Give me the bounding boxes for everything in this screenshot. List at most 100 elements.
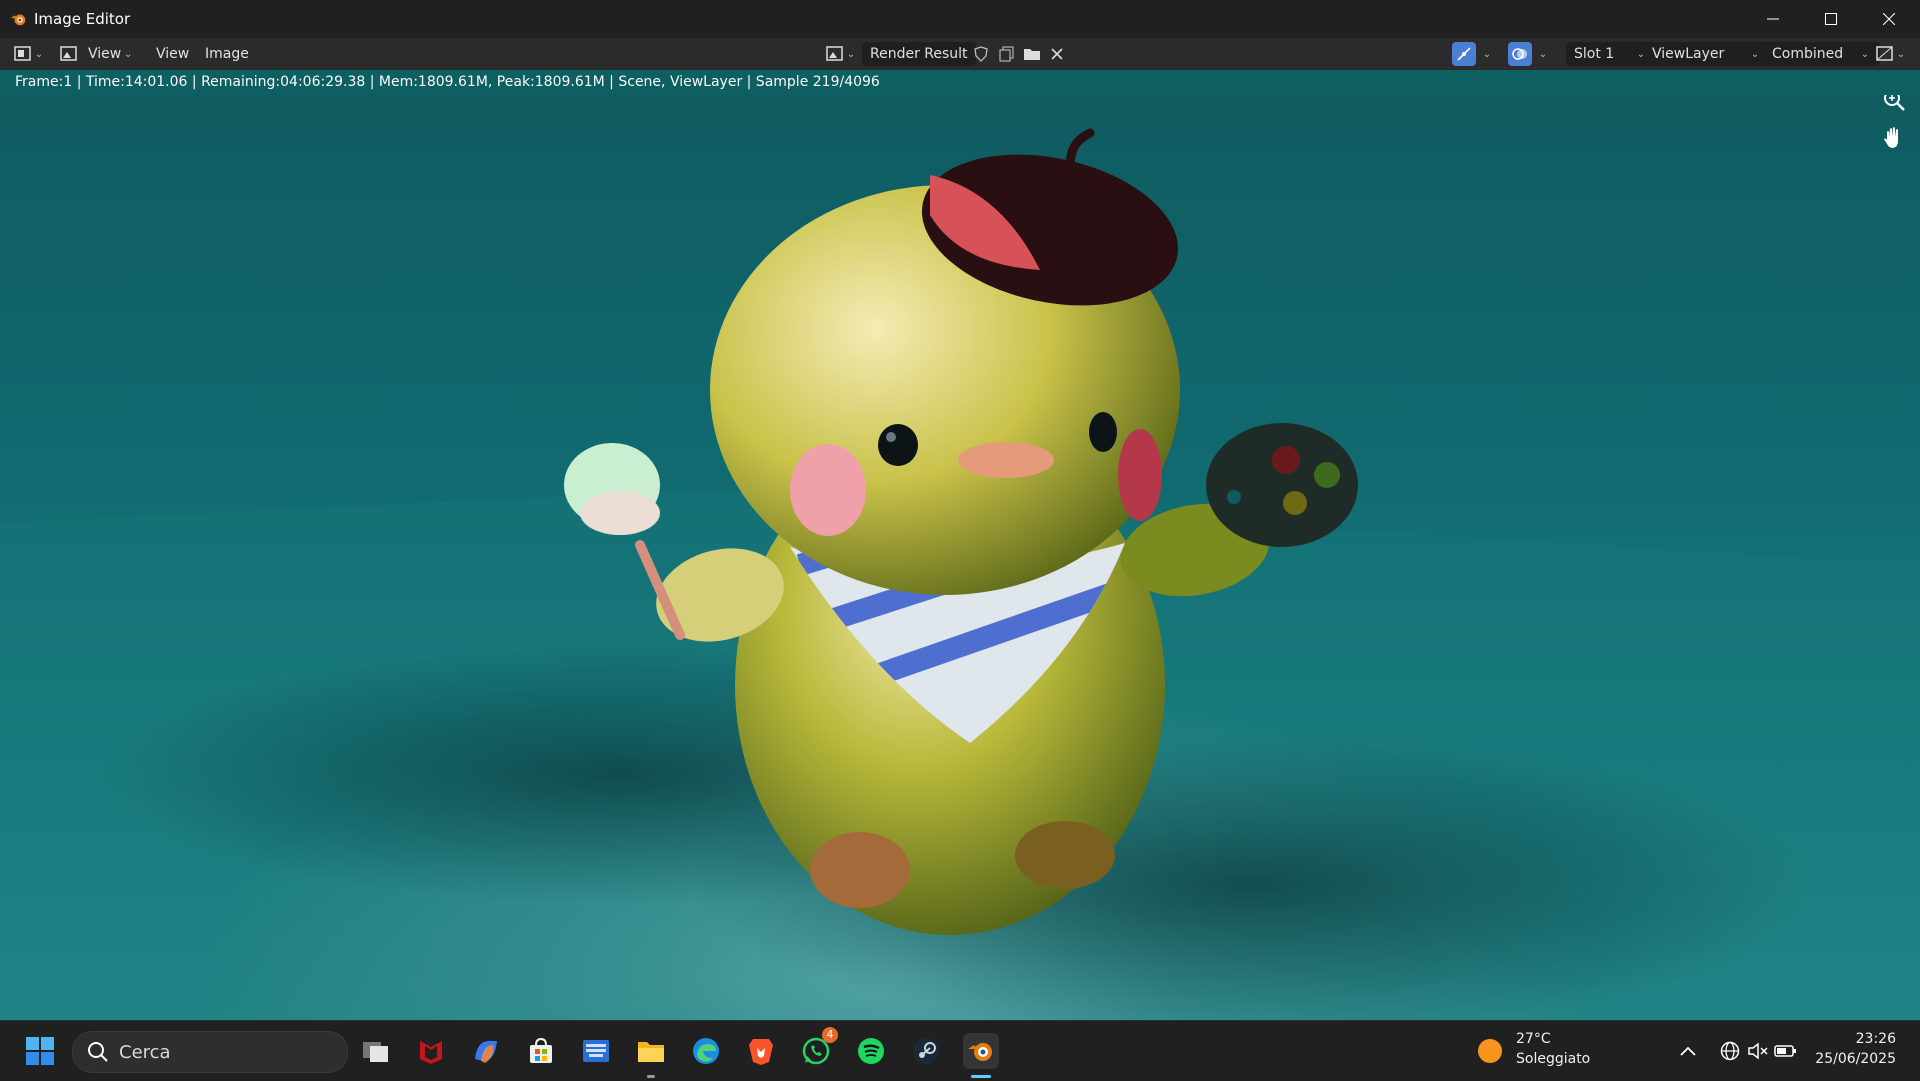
- taskbar-copilot[interactable]: [468, 1033, 504, 1069]
- unlink-image-button[interactable]: [1050, 42, 1064, 66]
- chevron-up-icon: [1680, 1046, 1696, 1056]
- search-icon: [88, 1042, 108, 1062]
- taskbar-keyboard-app[interactable]: [578, 1033, 614, 1069]
- close-icon: [1883, 13, 1895, 25]
- start-icon: [26, 1037, 54, 1065]
- taskbar-whatsapp[interactable]: 4: [798, 1027, 838, 1069]
- close-icon: [1051, 48, 1063, 60]
- keyboard-app-icon: [583, 1040, 609, 1062]
- edge-icon: [693, 1038, 719, 1064]
- render-status-bar: Frame:1 | Time:14:01.06 | Remaining:04:0…: [0, 70, 1920, 95]
- blender-icon: [968, 1043, 992, 1061]
- weather-desc[interactable]: Soleggiato: [1516, 1051, 1590, 1067]
- pass-dropdown[interactable]: Combined ⌄: [1764, 42, 1880, 66]
- globe-icon: [1720, 1041, 1740, 1061]
- slot-dropdown[interactable]: Slot 1 ⌄: [1566, 42, 1656, 66]
- image-editor-icon: [14, 46, 31, 61]
- taskbar-spotify[interactable]: [853, 1033, 889, 1069]
- slot-label: Slot 1: [1574, 46, 1615, 62]
- spotify-icon: [858, 1038, 884, 1064]
- taskbar-store[interactable]: [523, 1033, 559, 1069]
- open-image-button[interactable]: [1023, 42, 1041, 66]
- view-layer-dropdown[interactable]: ViewLayer ⌄: [1644, 42, 1770, 66]
- display-channels-dropdown[interactable]: ⌄: [1876, 42, 1908, 66]
- weather-widget-icon[interactable]: [1472, 1033, 1508, 1069]
- window-title: Image Editor: [34, 10, 131, 28]
- chevron-down-icon: ⌄: [1750, 48, 1760, 60]
- taskbar-file-explorer[interactable]: [633, 1033, 669, 1078]
- show-hidden-icons-button[interactable]: [1670, 1033, 1706, 1069]
- view-layer-label: ViewLayer: [1652, 46, 1725, 62]
- taskbar-task-view[interactable]: [358, 1033, 394, 1069]
- battery-icon: [1774, 1045, 1796, 1057]
- render-viewport[interactable]: [0, 95, 1920, 1020]
- start-button[interactable]: [22, 1033, 58, 1069]
- store-icon: [530, 1037, 552, 1063]
- sun-icon: [1478, 1039, 1502, 1063]
- viewport-nav-tools: [1880, 95, 1908, 152]
- mode-dropdown[interactable]: View ⌄: [60, 42, 135, 66]
- view-mode-icon: [60, 46, 77, 61]
- chevron-down-icon: ⌄: [1538, 48, 1548, 60]
- editor-type-dropdown[interactable]: ⌄: [14, 42, 46, 66]
- chevron-down-icon: ⌄: [34, 48, 44, 60]
- menu-image[interactable]: Image: [205, 42, 249, 66]
- mcafee-icon: [420, 1041, 442, 1064]
- battery-button[interactable]: [1768, 1033, 1804, 1069]
- taskbar-brave[interactable]: [743, 1033, 779, 1069]
- steam-icon: [913, 1038, 939, 1064]
- overlay-dropdown[interactable]: ⌄: [1536, 42, 1550, 66]
- taskbar-mcafee[interactable]: [413, 1033, 449, 1069]
- taskbar: Cerca 4 27°C Soleggiato 23:26 25/06/2025: [0, 1020, 1920, 1081]
- folder-icon: [1024, 49, 1040, 60]
- maximize-button[interactable]: [1802, 0, 1860, 38]
- duplicate-icon: [999, 46, 1014, 62]
- overlay-icon: [1512, 48, 1527, 60]
- minimize-button[interactable]: [1744, 0, 1802, 38]
- menu-view[interactable]: View: [156, 42, 189, 66]
- blender-logo-icon: [10, 14, 26, 26]
- volume-muted-icon: [1748, 1042, 1768, 1060]
- chevron-down-icon: ⌄: [1896, 48, 1906, 60]
- search-label: Cerca: [119, 1042, 171, 1063]
- taskbar-steam[interactable]: [908, 1033, 944, 1069]
- chevron-down-icon: ⌄: [846, 48, 856, 60]
- mode-label: View: [88, 46, 122, 62]
- zoom-icon[interactable]: [1880, 95, 1908, 114]
- notification-badge: 4: [822, 1027, 838, 1043]
- chevron-down-icon: ⌄: [1860, 48, 1870, 60]
- image-browse-dropdown[interactable]: ⌄: [826, 42, 858, 66]
- running-indicator: [647, 1075, 655, 1078]
- search-box[interactable]: Cerca: [72, 1031, 348, 1073]
- overlay-toggle[interactable]: [1508, 42, 1532, 66]
- clock-time[interactable]: 23:26: [1820, 1031, 1896, 1047]
- maximize-icon: [1825, 13, 1837, 25]
- gizmo-dropdown[interactable]: ⌄: [1480, 42, 1494, 66]
- shield-icon: [974, 46, 988, 62]
- title-bar: Image Editor: [0, 0, 1920, 39]
- render-image: [0, 128, 1920, 1020]
- brave-icon: [749, 1039, 773, 1065]
- taskbar-edge[interactable]: [688, 1033, 724, 1069]
- display-channels-icon: [1876, 46, 1893, 61]
- pass-label: Combined: [1772, 46, 1844, 62]
- copilot-icon: [475, 1041, 497, 1063]
- weather-temp[interactable]: 27°C: [1516, 1031, 1551, 1047]
- fake-user-button[interactable]: [973, 42, 989, 66]
- editor-header: ⌄ View ⌄ View Image ⌄ Render Result ⌄ ⌄ …: [0, 38, 1920, 71]
- image-name: Render Result: [870, 46, 968, 62]
- close-button[interactable]: [1860, 0, 1918, 38]
- file-explorer-icon: [638, 1042, 664, 1062]
- taskbar-blender[interactable]: [963, 1033, 999, 1078]
- pan-hand-icon[interactable]: [1880, 124, 1908, 152]
- new-image-button[interactable]: [999, 42, 1015, 66]
- chevron-down-icon: ⌄: [124, 48, 133, 60]
- minimize-icon: [1767, 18, 1779, 20]
- image-browse-icon: [826, 46, 843, 61]
- gizmo-toggle[interactable]: [1452, 42, 1476, 66]
- clock-date[interactable]: 25/06/2025: [1810, 1051, 1896, 1067]
- chevron-down-icon: ⌄: [1482, 48, 1492, 60]
- render-stats: Frame:1 | Time:14:01.06 | Remaining:04:0…: [15, 74, 880, 90]
- image-name-field[interactable]: Render Result: [862, 42, 976, 66]
- task-view-icon: [363, 1042, 388, 1062]
